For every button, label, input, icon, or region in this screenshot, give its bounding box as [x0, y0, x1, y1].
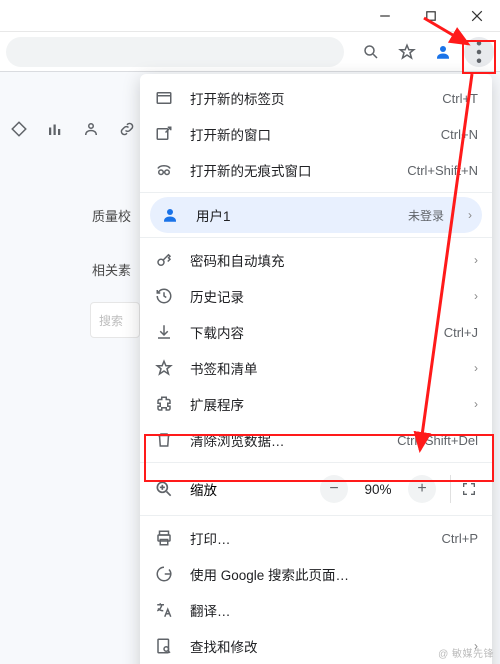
- diamond-icon: [10, 120, 28, 138]
- zoom-value: 90%: [358, 482, 398, 497]
- menu-new-tab[interactable]: 打开新的标签页 Ctrl+T: [140, 80, 492, 116]
- person-icon: [82, 120, 100, 138]
- menu-translate[interactable]: 翻译…: [140, 592, 492, 628]
- page-toolbar-icons: [10, 120, 136, 138]
- menu-downloads-label: 下载内容: [190, 322, 428, 342]
- link-icon: [118, 120, 136, 138]
- menu-bookmarks[interactable]: 书签和清单 ›: [140, 350, 492, 386]
- zoom-out-button[interactable]: −: [320, 475, 348, 503]
- menu-extensions[interactable]: 扩展程序 ›: [140, 386, 492, 422]
- menu-passwords[interactable]: 密码和自动填充 ›: [140, 242, 492, 278]
- fullscreen-button[interactable]: [450, 475, 478, 503]
- menu-new-tab-label: 打开新的标签页: [190, 88, 426, 108]
- incognito-icon: [154, 160, 174, 180]
- menu-separator: [140, 515, 492, 516]
- zoom-icon: [154, 479, 174, 499]
- page-search-placeholder: 搜索: [99, 312, 123, 329]
- download-icon: [154, 322, 174, 342]
- menu-clear-data-label: 清除浏览数据…: [190, 430, 381, 450]
- watermark: @ 敏媒先锋: [438, 645, 494, 660]
- menu-print-label: 打印…: [190, 528, 426, 548]
- window-minimize-button[interactable]: [362, 0, 408, 32]
- page-search-box[interactable]: 搜索: [90, 302, 140, 338]
- user-icon: [160, 205, 180, 225]
- menu-translate-label: 翻译…: [190, 600, 478, 620]
- new-window-icon: [154, 124, 174, 144]
- menu-separator: [140, 192, 492, 193]
- translate-icon: [154, 600, 174, 620]
- history-icon: [154, 286, 174, 306]
- menu-extensions-label: 扩展程序: [190, 394, 450, 414]
- zoom-in-button[interactable]: +: [408, 475, 436, 503]
- menu-incognito-label: 打开新的无痕式窗口: [190, 160, 391, 180]
- menu-bookmarks-label: 书签和清单: [190, 358, 450, 378]
- menu-google-search[interactable]: 使用 Google 搜索此页面…: [140, 556, 492, 592]
- menu-new-window-label: 打开新的窗口: [190, 124, 425, 144]
- new-tab-icon: [154, 88, 174, 108]
- bookmark-icon: [154, 358, 174, 378]
- menu-downloads-shortcut: Ctrl+J: [444, 325, 478, 340]
- profile-avatar-icon[interactable]: [428, 37, 458, 67]
- menu-google-search-label: 使用 Google 搜索此页面…: [190, 564, 478, 584]
- chevron-right-icon: ›: [466, 289, 478, 303]
- menu-downloads[interactable]: 下载内容 Ctrl+J: [140, 314, 492, 350]
- menu-incognito[interactable]: 打开新的无痕式窗口 Ctrl+Shift+N: [140, 152, 492, 188]
- zoom-indicator-icon[interactable]: [356, 37, 386, 67]
- menu-new-tab-shortcut: Ctrl+T: [442, 91, 478, 106]
- bookmark-star-icon[interactable]: [392, 37, 422, 67]
- menu-clear-data[interactable]: 清除浏览数据… Ctrl+Shift+Del: [140, 422, 492, 458]
- menu-separator: [140, 462, 492, 463]
- trash-icon: [154, 430, 174, 450]
- chevron-right-icon: ›: [460, 208, 472, 222]
- menu-print-shortcut: Ctrl+P: [442, 531, 478, 546]
- menu-user[interactable]: 用户1 未登录 ›: [150, 197, 482, 233]
- menu-user-status: 未登录: [408, 207, 444, 224]
- menu-find-label: 查找和修改: [190, 636, 450, 656]
- menu-zoom-label: 缩放: [190, 479, 304, 499]
- google-icon: [154, 564, 174, 584]
- omnibox[interactable]: [6, 37, 344, 67]
- extensions-icon: [154, 394, 174, 414]
- page-label-1: 质量校: [92, 206, 131, 225]
- chevron-right-icon: ›: [466, 361, 478, 375]
- chevron-right-icon: ›: [466, 253, 478, 267]
- window-close-button[interactable]: [454, 0, 500, 32]
- page-label-2: 相关素: [92, 260, 131, 279]
- window-maximize-button[interactable]: [408, 0, 454, 32]
- key-icon: [154, 250, 174, 270]
- window-titlebar: [0, 0, 500, 32]
- menu-new-window-shortcut: Ctrl+N: [441, 127, 478, 142]
- menu-print[interactable]: 打印… Ctrl+P: [140, 520, 492, 556]
- menu-new-window[interactable]: 打开新的窗口 Ctrl+N: [140, 116, 492, 152]
- main-menu-button[interactable]: [464, 37, 494, 67]
- find-icon: [154, 636, 174, 656]
- browser-toolbar: [0, 32, 500, 72]
- print-icon: [154, 528, 174, 548]
- bars-icon: [46, 120, 64, 138]
- menu-passwords-label: 密码和自动填充: [190, 250, 450, 270]
- menu-user-label: 用户1: [196, 205, 392, 225]
- menu-separator: [140, 237, 492, 238]
- menu-history-label: 历史记录: [190, 286, 450, 306]
- menu-zoom-row: 缩放 − 90% +: [140, 467, 492, 511]
- menu-incognito-shortcut: Ctrl+Shift+N: [407, 163, 478, 178]
- chrome-main-menu: 打开新的标签页 Ctrl+T 打开新的窗口 Ctrl+N 打开新的无痕式窗口 C…: [140, 74, 492, 664]
- chevron-right-icon: ›: [466, 397, 478, 411]
- menu-history[interactable]: 历史记录 ›: [140, 278, 492, 314]
- menu-clear-data-shortcut: Ctrl+Shift+Del: [397, 433, 478, 448]
